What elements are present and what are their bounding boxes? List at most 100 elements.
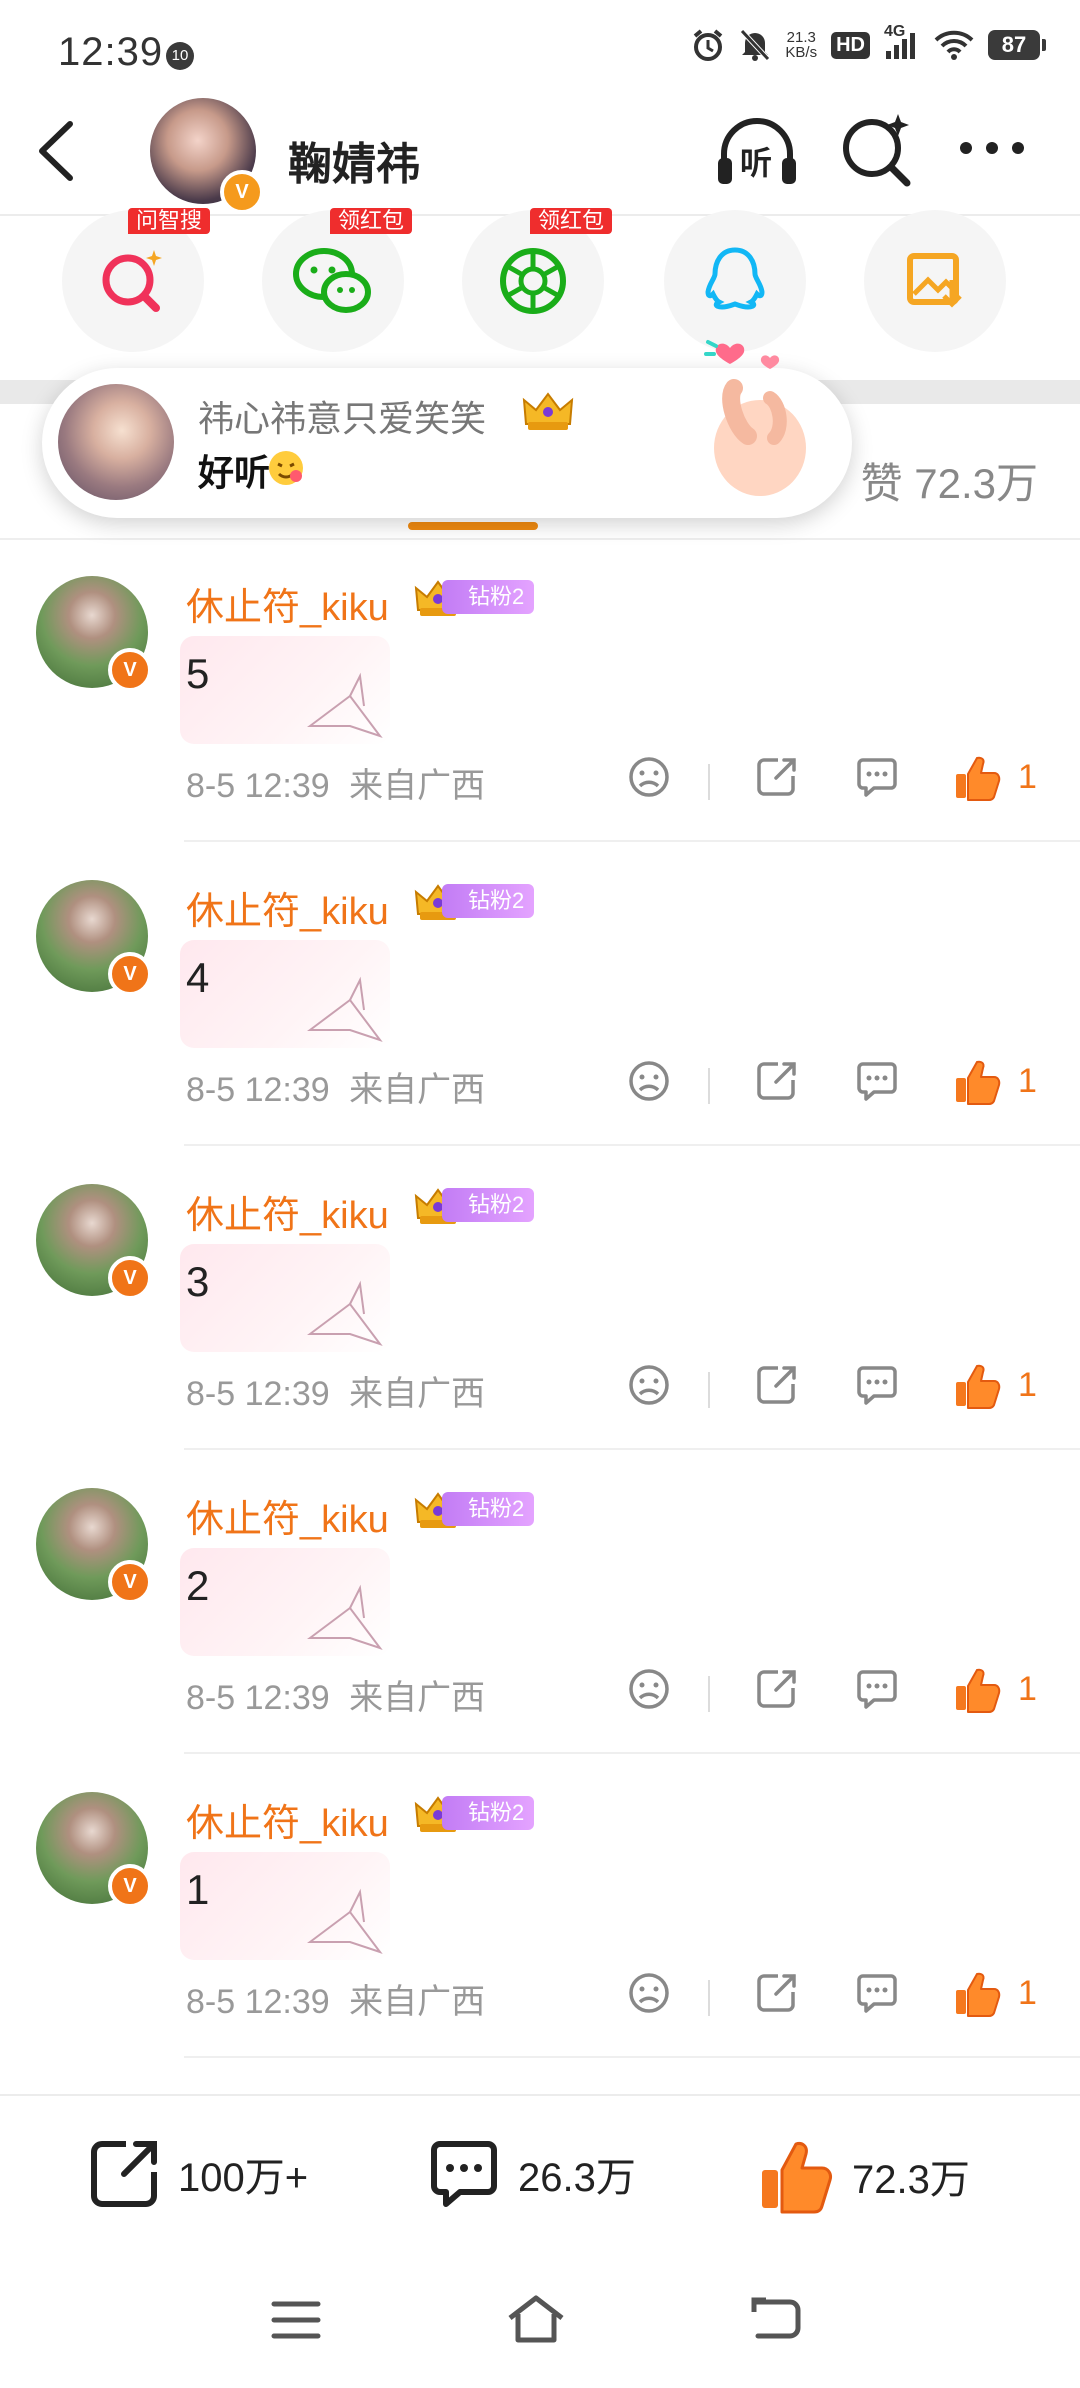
- listen-button[interactable]: 听: [714, 112, 800, 192]
- comment-repost-button[interactable]: [752, 752, 802, 802]
- comment-item[interactable]: V 休止符_kiku 钻粉2 2 8-5 12:39 来自广西 1: [0, 1452, 1080, 1756]
- fan-level-badge: 钻粉2: [442, 1492, 535, 1526]
- comment-text: 4: [186, 954, 210, 1001]
- comment-time: 8-5 12:39: [186, 1983, 330, 2021]
- share-save-image[interactable]: [864, 210, 1006, 352]
- thumbs-up-icon: [956, 756, 1001, 801]
- comment-reply-button[interactable]: [852, 1664, 902, 1714]
- likes-tab-label[interactable]: 赞 72.3万: [861, 450, 1038, 511]
- comment-reply-button[interactable]: [852, 1056, 902, 1106]
- status-time: 12:39: [58, 30, 164, 74]
- comment-icon: [857, 1974, 897, 2013]
- comment-like-button[interactable]: [952, 752, 1002, 802]
- dislike-button[interactable]: [624, 1664, 674, 1714]
- paper-crane-icon: [307, 1888, 383, 1954]
- crown-medal-icon: [520, 388, 576, 432]
- profile-avatar[interactable]: V: [150, 98, 264, 214]
- comment-like-button[interactable]: [952, 1360, 1002, 1410]
- back-arrow-icon: [39, 121, 73, 181]
- toast-message: 好听: [198, 452, 271, 493]
- comment-bubble-background: [180, 1244, 390, 1352]
- save-image-icon: [907, 253, 962, 308]
- comment-time: 8-5 12:39: [186, 1071, 330, 1109]
- comment-item[interactable]: V 休止符_kiku 钻粉2 5 8-5 12:39 来自广西 1: [0, 540, 1080, 844]
- action-separator: [708, 1980, 710, 2016]
- dislike-button[interactable]: [624, 1360, 674, 1410]
- comment-reply-button[interactable]: [852, 752, 902, 802]
- like-button[interactable]: 72.3万: [756, 2136, 970, 2216]
- dislike-button[interactable]: [624, 1968, 674, 2018]
- comment-location: 来自广西: [349, 1983, 486, 2021]
- comment-like-count: 1: [1018, 758, 1037, 796]
- comment-repost-button[interactable]: [752, 1968, 802, 2018]
- nav-home-button[interactable]: [506, 2294, 566, 2344]
- search-button[interactable]: [838, 110, 918, 190]
- commenter-avatar[interactable]: V: [36, 1184, 152, 1300]
- commenter-name[interactable]: 休止符_kiku: [186, 576, 389, 631]
- comment-location: 来自广西: [349, 1071, 486, 1109]
- fan-level-badge: 钻粉2: [442, 1796, 535, 1830]
- action-separator: [708, 1068, 710, 1104]
- comment-reply-button[interactable]: [852, 1968, 902, 2018]
- comment-item[interactable]: V 休止符_kiku 钻粉2 3 8-5 12:39 来自广西 1: [0, 1148, 1080, 1452]
- commenter-avatar[interactable]: V: [36, 1488, 152, 1604]
- sad-face-icon: [629, 757, 669, 797]
- comment-repost-button[interactable]: [752, 1664, 802, 1714]
- header: V 鞠婧祎 听: [0, 90, 1080, 216]
- toast-username: 祎心祎意只爱笑笑: [198, 398, 487, 439]
- verified-badge: V: [108, 1560, 152, 1604]
- commenter-name[interactable]: 休止符_kiku: [186, 1488, 389, 1543]
- home-icon: [508, 2295, 564, 2343]
- verified-badge: V: [108, 1256, 152, 1300]
- status-bar: 12:39 10 21.3 KB/s HD 4G 87: [0, 0, 1080, 90]
- signal-icon: 4G: [884, 23, 920, 61]
- repost-icon: [757, 1974, 796, 2012]
- network-type: 4G: [884, 23, 906, 40]
- commenter-avatar[interactable]: V: [36, 1792, 152, 1908]
- commenter-name[interactable]: 休止符_kiku: [186, 880, 389, 935]
- nav-back-button[interactable]: [750, 2296, 802, 2342]
- comment-like-button[interactable]: [952, 1968, 1002, 2018]
- comment-like-count: 1: [1018, 1062, 1037, 1100]
- comment-location: 来自广西: [349, 1375, 486, 1413]
- dislike-button[interactable]: [624, 752, 674, 802]
- comment-text: 1: [186, 1866, 210, 1913]
- comment-like-count: 1: [1018, 1670, 1037, 1708]
- fan-level-badge: 钻粉2: [442, 580, 535, 614]
- comment-icon: [857, 1366, 897, 1405]
- dislike-button[interactable]: [624, 1056, 674, 1106]
- comment-item[interactable]: V 休止符_kiku 钻粉2 4 8-5 12:39 来自广西 1: [0, 844, 1080, 1148]
- action-separator: [708, 1372, 710, 1408]
- toast-avatar: [58, 384, 174, 500]
- comment-meta: 8-5 12:39 来自广西: [186, 1062, 485, 1111]
- tab-indicator: [408, 522, 538, 530]
- comment-location: 来自广西: [349, 767, 486, 805]
- nav-menu-button[interactable]: [270, 2298, 322, 2342]
- commenter-avatar[interactable]: V: [36, 880, 152, 996]
- thumbs-up-icon: [956, 1972, 1001, 2017]
- more-button[interactable]: [956, 136, 1028, 160]
- comment-meta: 8-5 12:39 来自广西: [186, 758, 485, 807]
- comment-location: 来自广西: [349, 1679, 486, 1717]
- repost-button[interactable]: 100万+: [86, 2136, 308, 2212]
- repost-icon: [757, 758, 796, 796]
- comment-time: 8-5 12:39: [186, 1375, 330, 1413]
- more-dots-icon: [960, 142, 1024, 154]
- comment-item[interactable]: V 休止符_kiku 钻粉2 1 8-5 12:39 来自广西 1: [0, 1756, 1080, 2060]
- comment-icon: [857, 758, 897, 797]
- commenter-avatar[interactable]: V: [36, 576, 152, 692]
- comment-like-button[interactable]: [952, 1056, 1002, 1106]
- comment-reply-button[interactable]: [852, 1360, 902, 1410]
- comment-like-button[interactable]: [952, 1664, 1002, 1714]
- comment-button[interactable]: 26.3万: [426, 2136, 636, 2212]
- commenter-name[interactable]: 休止符_kiku: [186, 1184, 389, 1239]
- comment-repost-button[interactable]: [752, 1056, 802, 1106]
- comment-repost-button[interactable]: [752, 1360, 802, 1410]
- commenter-name[interactable]: 休止符_kiku: [186, 1792, 389, 1847]
- thumbs-up-icon: [956, 1668, 1001, 1713]
- ai-search-icon: [843, 114, 911, 187]
- fan-medal: 钻粉2: [412, 1184, 535, 1226]
- sad-face-icon: [629, 1973, 669, 2013]
- back-button[interactable]: [32, 116, 82, 186]
- comment-icon: [431, 2141, 497, 2207]
